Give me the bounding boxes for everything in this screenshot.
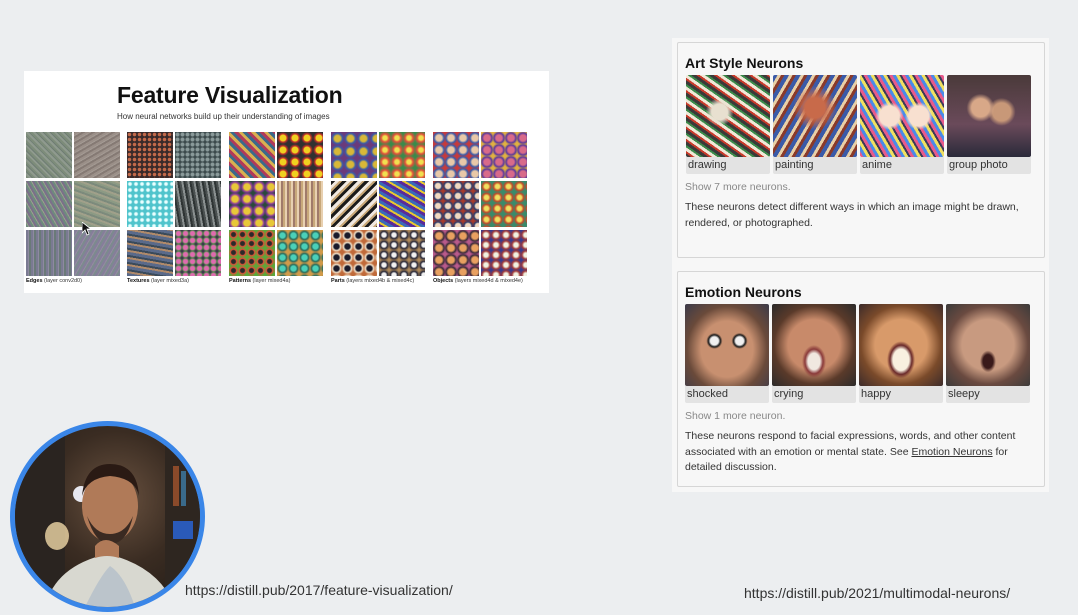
figure-title: Feature Visualization — [117, 82, 343, 108]
neuron-label: crying — [772, 386, 856, 403]
visualization-tile — [481, 132, 527, 178]
visualization-tile — [277, 230, 323, 276]
visualization-tile — [433, 230, 479, 276]
show-more-link[interactable]: Show 1 more neuron. — [685, 410, 785, 422]
neuron-label: painting — [773, 157, 857, 174]
visualization-tile — [175, 132, 221, 178]
visualization-tile — [277, 181, 323, 227]
neuron-image — [686, 75, 770, 157]
visualization-tile — [127, 132, 173, 178]
figure-subtitle: How neural networks build up their under… — [117, 112, 330, 121]
visualization-tile — [175, 230, 221, 276]
neuron-label: anime — [860, 157, 944, 174]
neuron-image — [946, 304, 1030, 386]
presenter-avatar — [15, 426, 200, 607]
neuron-label: shocked — [685, 386, 769, 403]
textures-caption: Textures (layer mixed3a) — [127, 278, 189, 284]
visualization-tile — [74, 230, 120, 276]
neuron-image — [859, 304, 943, 386]
visualization-tile — [331, 181, 377, 227]
multimodal-neurons-url: https://distill.pub/2021/multimodal-neur… — [744, 585, 1011, 601]
visualization-tile — [127, 181, 173, 227]
emotion-neurons-link[interactable]: Emotion Neurons — [911, 446, 992, 458]
neuron-image — [773, 75, 857, 157]
card-title: Emotion Neurons — [685, 284, 802, 300]
edges-caption: Edges (layer conv2d0) — [26, 278, 82, 284]
visualization-tile — [481, 181, 527, 227]
neuron-thumb-sleepy[interactable]: sleepy — [946, 304, 1030, 403]
visualization-tile — [433, 181, 479, 227]
neuron-thumb-shocked[interactable]: shocked — [685, 304, 769, 403]
visualization-tile — [481, 230, 527, 276]
art-style-neurons-card: Art Style Neurons drawing painting anime… — [677, 42, 1045, 258]
visualization-tile — [26, 132, 72, 178]
neuron-label: sleepy — [946, 386, 1030, 403]
visualization-tile — [74, 132, 120, 178]
visualization-tile — [331, 132, 377, 178]
neuron-label: group photo — [947, 157, 1031, 174]
card-description: These neurons respond to facial expressi… — [685, 430, 1016, 473]
neuron-thumb-crying[interactable]: crying — [772, 304, 856, 403]
feature-visualization-url: https://distill.pub/2017/feature-visuali… — [185, 582, 453, 598]
visualization-tile — [229, 132, 275, 178]
neuron-image — [860, 75, 944, 157]
visualization-tile — [26, 181, 72, 227]
visualization-tile — [331, 230, 377, 276]
visualization-tile — [74, 181, 120, 227]
emotion-neurons-card: Emotion Neurons shocked crying happy sle… — [677, 271, 1045, 487]
visualization-tile — [26, 230, 72, 276]
neuron-image — [772, 304, 856, 386]
visualization-tile — [229, 181, 275, 227]
card-description: These neurons detect different ways in w… — [685, 201, 1019, 229]
visualization-tile — [379, 230, 425, 276]
neuron-thumb-anime[interactable]: anime — [860, 75, 944, 174]
visualization-tile — [127, 230, 173, 276]
objects-caption: Objects (layers mixed4d & mixed4e) — [433, 278, 523, 284]
neuron-thumb-painting[interactable]: painting — [773, 75, 857, 174]
neuron-thumb-happy[interactable]: happy — [859, 304, 943, 403]
visualization-tile — [379, 181, 425, 227]
parts-caption: Parts (layers mixed4b & mixed4c) — [331, 278, 415, 284]
feature-visualization-figure: Feature Visualization How neural network… — [24, 71, 549, 293]
visualization-tile — [229, 230, 275, 276]
neuron-image — [947, 75, 1031, 157]
visualization-tile — [175, 181, 221, 227]
visualization-tile — [379, 132, 425, 178]
presenter-video — [10, 421, 205, 612]
patterns-caption: Patterns (layer mixed4a) — [229, 278, 291, 284]
neuron-image — [685, 304, 769, 386]
neuron-label: happy — [859, 386, 943, 403]
neuron-label: drawing — [686, 157, 770, 174]
neuron-thumb-drawing[interactable]: drawing — [686, 75, 770, 174]
visualization-tile — [433, 132, 479, 178]
show-more-link[interactable]: Show 7 more neurons. — [685, 181, 791, 193]
visualization-tile — [277, 132, 323, 178]
card-title: Art Style Neurons — [685, 55, 804, 71]
mouse-cursor-icon — [82, 222, 92, 236]
neuron-thumb-group-photo[interactable]: group photo — [947, 75, 1031, 174]
